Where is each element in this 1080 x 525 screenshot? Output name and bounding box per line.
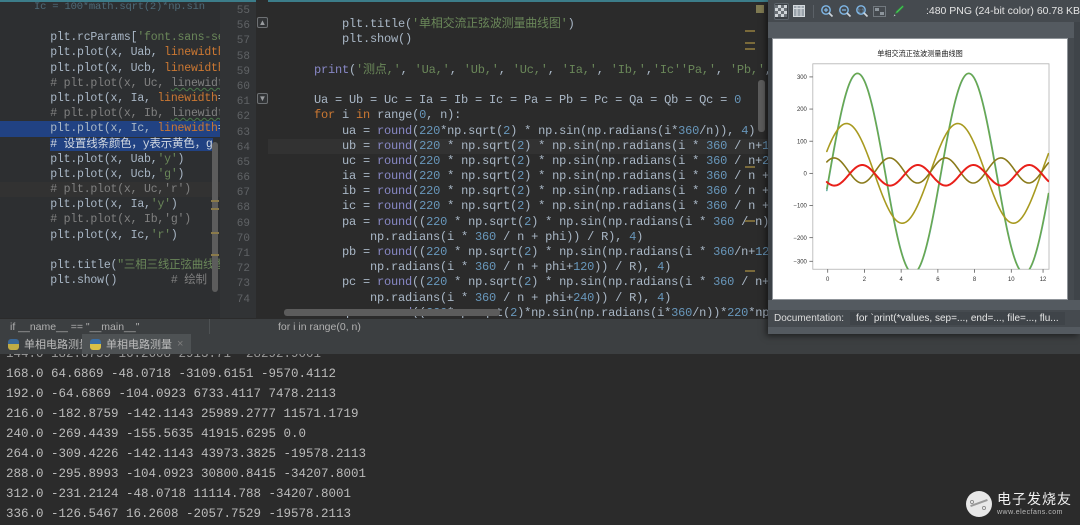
zoom-out-icon[interactable] (837, 3, 852, 20)
screen-root: Ic = 100*math.sqrt(2)*np.sin plt.rcParam… (0, 0, 1080, 525)
line-number: 70 (236, 232, 250, 245)
svg-text:−200: −200 (793, 236, 807, 242)
line-number: 62 (236, 111, 250, 124)
line-number: 68 (236, 202, 250, 215)
line-number: 61 (236, 96, 250, 109)
run-console-output[interactable]: 144.0 182.8759 16.2608 2913.71 -28292.90… (0, 354, 1080, 525)
svg-text:−100: −100 (793, 204, 807, 210)
matplotlib-figure: 单相交流正弦波测量曲线图 300 200 100 0 −100 −200 −30… (773, 39, 1067, 299)
line-number: 65 (236, 156, 250, 169)
fold-marker-expand[interactable]: ▼ (257, 93, 268, 104)
breadcrumb-left[interactable]: if __name__ == "__main__" (10, 321, 139, 333)
tab-label: 单相电路测量 (24, 339, 90, 351)
line-number: 60 (236, 80, 250, 93)
line-number: 69 (236, 217, 250, 230)
svg-text:300: 300 (797, 75, 808, 81)
console-line: 240.0 -269.4439 -155.5635 41915.6295 0.0 (6, 427, 307, 441)
python-icon (90, 338, 101, 350)
line-number: 63 (236, 126, 250, 139)
fold-marker-collapse[interactable]: ▲ (257, 17, 268, 28)
code-line[interactable]: print('测点,', 'Ua,', 'Ub,', 'Uc,', 'Ia,',… (268, 48, 768, 77)
logo-text-cn: 电子发烧友 (997, 491, 1072, 507)
center-editor-hscrollbar[interactable] (284, 309, 500, 316)
line-number: 56 (236, 20, 250, 33)
line-number: 59 (236, 65, 250, 78)
tab-close-icon[interactable]: × (177, 338, 183, 350)
line-number: 74 (236, 293, 250, 306)
center-code-editor[interactable]: plt.title('单相交流正弦波测量曲线图') plt.show() pri… (268, 0, 768, 318)
zoom-in-icon[interactable] (820, 3, 835, 20)
image-viewer-window[interactable]: 1:1 :480 PNG (24-bit color) 60.78 KB 单相交… (768, 0, 1080, 334)
code-line[interactable]: Ua = Ub = Uc = Ia = Ib = Ic = Pa = Pb = … (268, 78, 768, 107)
line-number: 64 (236, 141, 250, 154)
code-line[interactable]: plt.title('单相交流正弦波测量曲线图') (268, 2, 768, 31)
documentation-label: Documentation: (774, 313, 845, 324)
console-line: 336.0 -126.5467 16.2608 -2057.7529 -1957… (6, 507, 352, 521)
center-marker-strip (743, 2, 755, 318)
documentation-bar: Documentation: for `print(*values, sep=.… (768, 310, 1080, 327)
breadcrumb: if __name__ == "__main__" for i in range… (0, 318, 768, 335)
selection-highlight: # 设置线条颜色，y表示黄色，g (50, 137, 213, 151)
console-line: 264.0 -309.4226 -142.1143 43973.3825 -19… (6, 447, 367, 461)
breadcrumb-right[interactable]: for i in range(0, n) (278, 321, 361, 333)
color-picker-icon[interactable] (890, 3, 905, 20)
viewer-toolbar: 1:1 :480 PNG (24-bit color) 60.78 KB (768, 0, 1080, 22)
chart-title: 单相交流正弦波测量曲线图 (877, 49, 963, 58)
tab-label: 单相电路测量 (106, 339, 172, 351)
console-line: 216.0 -182.8759 -142.1143 25989.2777 115… (6, 407, 359, 421)
svg-text:12: 12 (1040, 277, 1047, 283)
editor-warning-marker (756, 5, 764, 13)
chart-image[interactable]: 单相交流正弦波测量曲线图 300 200 100 0 −100 −200 −30… (772, 38, 1068, 300)
svg-text:100: 100 (797, 139, 808, 145)
viewer-canvas-area (768, 22, 1080, 38)
elecfans-logo: 电子发烧友 www.elecfans.com (966, 489, 1072, 519)
toolbar-divider (812, 4, 814, 18)
zoom-actual-size-icon[interactable]: 1:1 (855, 3, 870, 20)
line-number: 66 (236, 172, 250, 185)
viewer-scrollbar[interactable] (1074, 22, 1080, 300)
svg-text:200: 200 (797, 107, 808, 113)
svg-text:10: 10 (1008, 277, 1015, 283)
tab-run-2[interactable]: 单相电路测量 × (82, 334, 192, 354)
console-tab-bar: 单相电路测量 × 单相电路测量 × (0, 334, 1080, 354)
documentation-value[interactable]: for `print(*values, sep=..., end=..., fi… (850, 312, 1065, 325)
console-line: 288.0 -295.8993 -104.0923 30800.8415 -34… (6, 467, 367, 481)
line-number: 55 (236, 5, 250, 17)
logo-mark-icon (966, 491, 992, 517)
svg-text:2: 2 (863, 277, 866, 283)
left-code-editor[interactable]: Ic = 100*math.sqrt(2)*np.sin plt.rcParam… (0, 0, 220, 318)
fit-image-icon[interactable] (873, 3, 888, 20)
console-line: 144.0 182.8759 16.2608 2913.71 -28292.90… (6, 354, 322, 361)
logo-text-en: www.elecfans.com (997, 509, 1063, 516)
line-number: 72 (236, 263, 250, 276)
left-partial-line: Ic = 100*math.sqrt(2)*np.sin (34, 2, 205, 13)
grid-icon[interactable] (792, 3, 807, 20)
console-line: 312.0 -231.2124 -48.0718 11114.788 -3420… (6, 487, 352, 501)
viewer-file-info: :480 PNG (24-bit color) 60.78 KB (925, 5, 1080, 17)
transparency-checker-icon[interactable] (774, 2, 789, 20)
line-number: 73 (236, 278, 250, 291)
left-line-rcparams[interactable]: plt.rcParams['font.sans-serif (0, 15, 220, 44)
line-number: 58 (236, 50, 250, 63)
svg-text:1:1: 1:1 (858, 8, 865, 14)
console-line: 192.0 -64.6869 -104.0923 6733.4117 7478.… (6, 387, 337, 401)
svg-text:−300: −300 (793, 259, 807, 265)
line-number-gutter: 55 56 57 58 59 60 61 62 63 64 65 66 67 68 69 70 71 72 73 74 (220, 0, 256, 318)
line-number: 67 (236, 187, 250, 200)
center-editor-vscrollbar[interactable] (758, 80, 765, 132)
line-number: 71 (236, 248, 250, 260)
breadcrumb-divider (209, 319, 210, 335)
python-icon (8, 338, 19, 350)
console-line: 168.0 64.6869 -48.0718 -3109.6151 -9570.… (6, 367, 337, 381)
line-number: 57 (236, 35, 250, 48)
left-editor-marker-strip (210, 2, 219, 318)
